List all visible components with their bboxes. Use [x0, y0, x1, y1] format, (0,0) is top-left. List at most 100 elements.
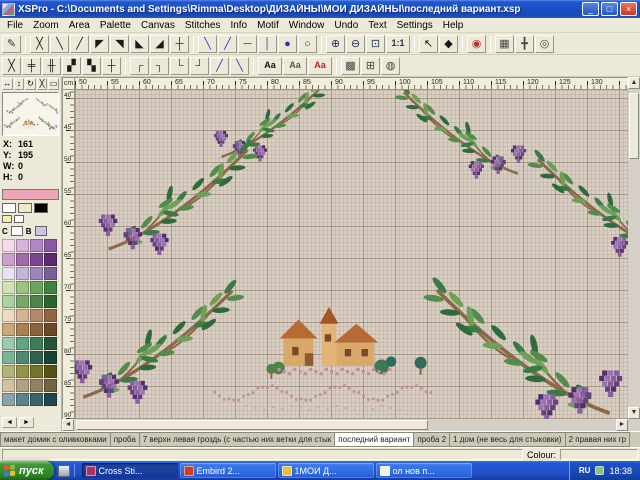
palette-swatch[interactable] — [16, 379, 29, 392]
sheet-tab-5[interactable]: проба 2 — [414, 432, 450, 447]
stitch-variant-double-tool[interactable]: ╫ — [42, 57, 61, 75]
palette-swatch[interactable] — [16, 351, 29, 364]
palette-swatch[interactable] — [44, 393, 57, 406]
backstitch-diag2-tool[interactable]: ╲ — [230, 57, 249, 75]
backstitch-corner-br-tool[interactable]: ┘ — [190, 57, 209, 75]
select-arrow-tool[interactable]: ↖ — [419, 35, 438, 53]
palette-swatch[interactable] — [44, 253, 57, 266]
maximize-button[interactable]: □ — [601, 2, 618, 16]
pencil-tool[interactable]: ✎ — [2, 35, 21, 53]
backstitch-back-tool[interactable]: ╲ — [198, 35, 217, 53]
stitch-variant-half-tool[interactable]: ▚ — [82, 57, 101, 75]
quarter-stitch-tl-tool[interactable]: ◤ — [90, 35, 109, 53]
zoom-area-tool[interactable]: ⊡ — [366, 35, 385, 53]
stitch-variant-plus-tool[interactable]: ┼ — [102, 57, 121, 75]
palette-swatch[interactable] — [2, 337, 15, 350]
palette-swatch[interactable] — [2, 253, 15, 266]
palette-swatch[interactable] — [30, 267, 43, 280]
quarter-stitch-tr-tool[interactable]: ◥ — [110, 35, 129, 53]
taskbar-button-2[interactable]: Embird 2... — [180, 463, 276, 478]
palette-swatch[interactable] — [2, 295, 15, 308]
palette-swatch[interactable] — [30, 351, 43, 364]
sheet-tab-1[interactable]: макет домик с оливковками — [0, 432, 111, 447]
palette-swatch[interactable] — [30, 365, 43, 378]
palette-swatch[interactable] — [44, 239, 57, 252]
palette-swatch[interactable] — [44, 281, 57, 294]
palette-scroll-left-icon[interactable]: ◄ — [2, 417, 17, 428]
horizontal-scrollbar[interactable]: ◄ ► — [62, 419, 628, 431]
sheet-tab-7[interactable]: 2 правая них гр — [566, 432, 631, 447]
palette-swatch[interactable] — [44, 379, 57, 392]
stitch-variant-upright-tool[interactable]: ╪ — [22, 57, 41, 75]
menu-text[interactable]: Text — [363, 20, 391, 31]
backstitch-horizontal-tool[interactable]: ─ — [238, 35, 257, 53]
palette-swatch[interactable] — [30, 337, 43, 350]
menu-area[interactable]: Area — [64, 20, 95, 31]
pattern-library-tool[interactable]: ▩ — [341, 57, 360, 75]
sheet-tab-3[interactable]: 7 верхн левая гроздь (с частью них ветки… — [140, 432, 336, 447]
petite-stitch-tool[interactable]: ┼ — [170, 35, 189, 53]
minimize-button[interactable]: _ — [582, 2, 599, 16]
palette-swatch[interactable] — [2, 267, 15, 280]
palette-swatch[interactable] — [2, 239, 15, 252]
flip-horizontal-tool[interactable]: ↔ — [2, 78, 13, 90]
scroll-up-icon[interactable]: ▲ — [628, 77, 640, 89]
marquee-tool[interactable]: ▭ — [48, 78, 59, 90]
palette-quick-swatch[interactable] — [18, 203, 32, 213]
flip-vertical-tool[interactable]: ↕ — [14, 78, 25, 90]
menu-window[interactable]: Window — [284, 20, 330, 31]
palette-swatch[interactable] — [44, 323, 57, 336]
scroll-left-icon[interactable]: ◄ — [62, 419, 74, 431]
taskbar-button-3[interactable]: 1МОИ Д... — [278, 463, 374, 478]
palette-swatch[interactable] — [2, 323, 15, 336]
palette-quick-swatch[interactable] — [34, 203, 48, 213]
backstitch-forward-tool[interactable]: ╱ — [218, 35, 237, 53]
palette-quick-swatch[interactable] — [2, 215, 12, 223]
vertical-scroll-track[interactable] — [628, 89, 640, 407]
stitch-variant-rice-tool[interactable]: ▞ — [62, 57, 81, 75]
horizontal-scroll-thumb[interactable] — [76, 420, 428, 430]
taskbar-button-4[interactable]: ол нов п... — [376, 463, 472, 478]
backstitch-corner-tr-tool[interactable]: ┐ — [150, 57, 169, 75]
menu-palette[interactable]: Palette — [95, 20, 136, 31]
palette-swatch[interactable] — [16, 393, 29, 406]
palette-swatch[interactable] — [2, 393, 15, 406]
palette-swatch[interactable] — [30, 239, 43, 252]
palette-swatch[interactable] — [30, 309, 43, 322]
menu-zoom[interactable]: Zoom — [28, 20, 64, 31]
sheet-tab-2[interactable]: проба — [111, 432, 140, 447]
backstitch-corner-bl-tool[interactable]: └ — [170, 57, 189, 75]
horizontal-scroll-track[interactable] — [74, 419, 616, 431]
palette-swatch[interactable] — [30, 281, 43, 294]
palette-swatch[interactable] — [16, 267, 29, 280]
vertical-scrollbar[interactable]: ▲ ▼ — [628, 77, 640, 419]
sheet-tab-6[interactable]: 1 дом (не весь для стыковки) — [450, 432, 566, 447]
menu-help[interactable]: Help — [438, 20, 469, 31]
center-view-tool[interactable]: ╋ — [515, 35, 534, 53]
text-tool-red[interactable]: Aa — [308, 57, 332, 75]
menu-file[interactable]: File — [2, 20, 28, 31]
vertical-scroll-thumb[interactable] — [629, 93, 639, 159]
palette-quick-swatch[interactable] — [2, 203, 16, 213]
grid-toggle-tool[interactable]: ▦ — [495, 35, 514, 53]
palette-swatch[interactable] — [44, 267, 57, 280]
clock[interactable]: 18:38 — [609, 466, 632, 476]
palette-swatch[interactable] — [44, 309, 57, 322]
refresh-tool[interactable]: ◎ — [535, 35, 554, 53]
design-canvas[interactable] — [75, 90, 628, 419]
palette-swatch[interactable] — [16, 295, 29, 308]
palette-swatch[interactable] — [44, 337, 57, 350]
palette-swatch[interactable] — [16, 309, 29, 322]
palette-swatch[interactable] — [16, 365, 29, 378]
menu-motif[interactable]: Motif — [252, 20, 284, 31]
language-indicator[interactable]: RU — [579, 466, 591, 475]
palette-swatch[interactable] — [30, 253, 43, 266]
french-knot-tool[interactable]: ● — [278, 35, 297, 53]
title-bar[interactable]: XSPro - C:\Documents and Settings\Rimma\… — [0, 0, 640, 18]
palette-swatch[interactable] — [16, 323, 29, 336]
menu-stitches[interactable]: Stitches — [180, 20, 226, 31]
palette-swatch[interactable] — [30, 323, 43, 336]
palette-swatch[interactable] — [2, 365, 15, 378]
palette-swatch[interactable] — [44, 295, 57, 308]
export-tool[interactable]: ⊞ — [361, 57, 380, 75]
